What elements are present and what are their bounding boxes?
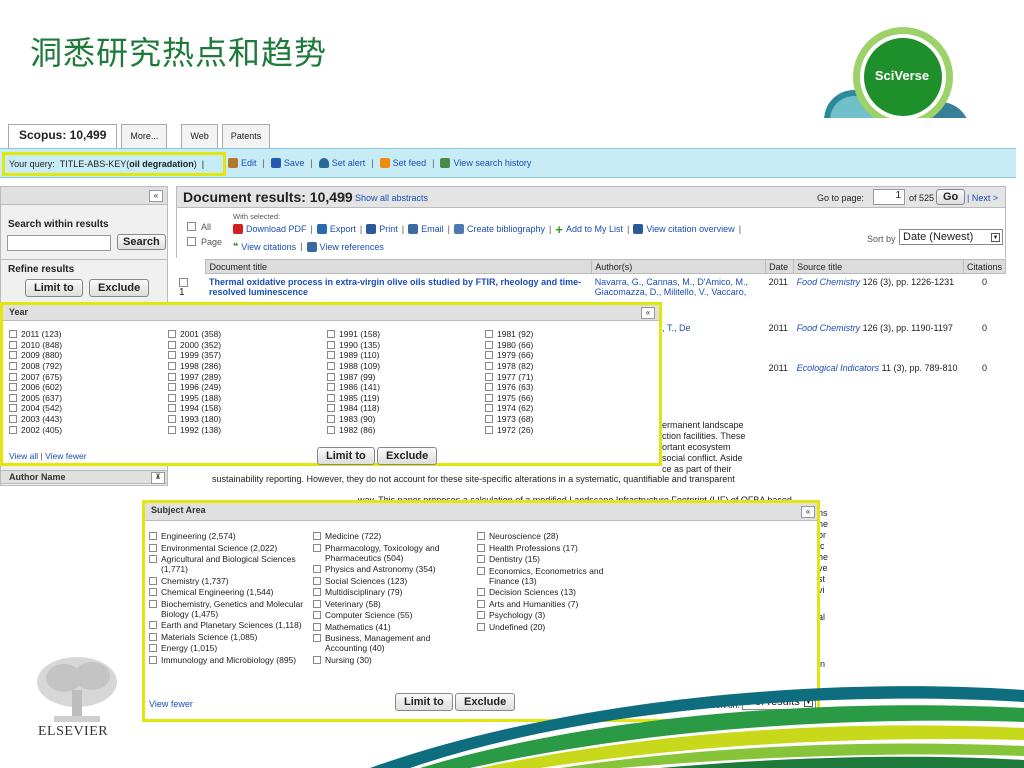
decorative-swoosh <box>370 686 1024 768</box>
elsevier-tree-logo <box>37 657 117 722</box>
elsevier-wordmark: ELSEVIER <box>38 724 109 739</box>
